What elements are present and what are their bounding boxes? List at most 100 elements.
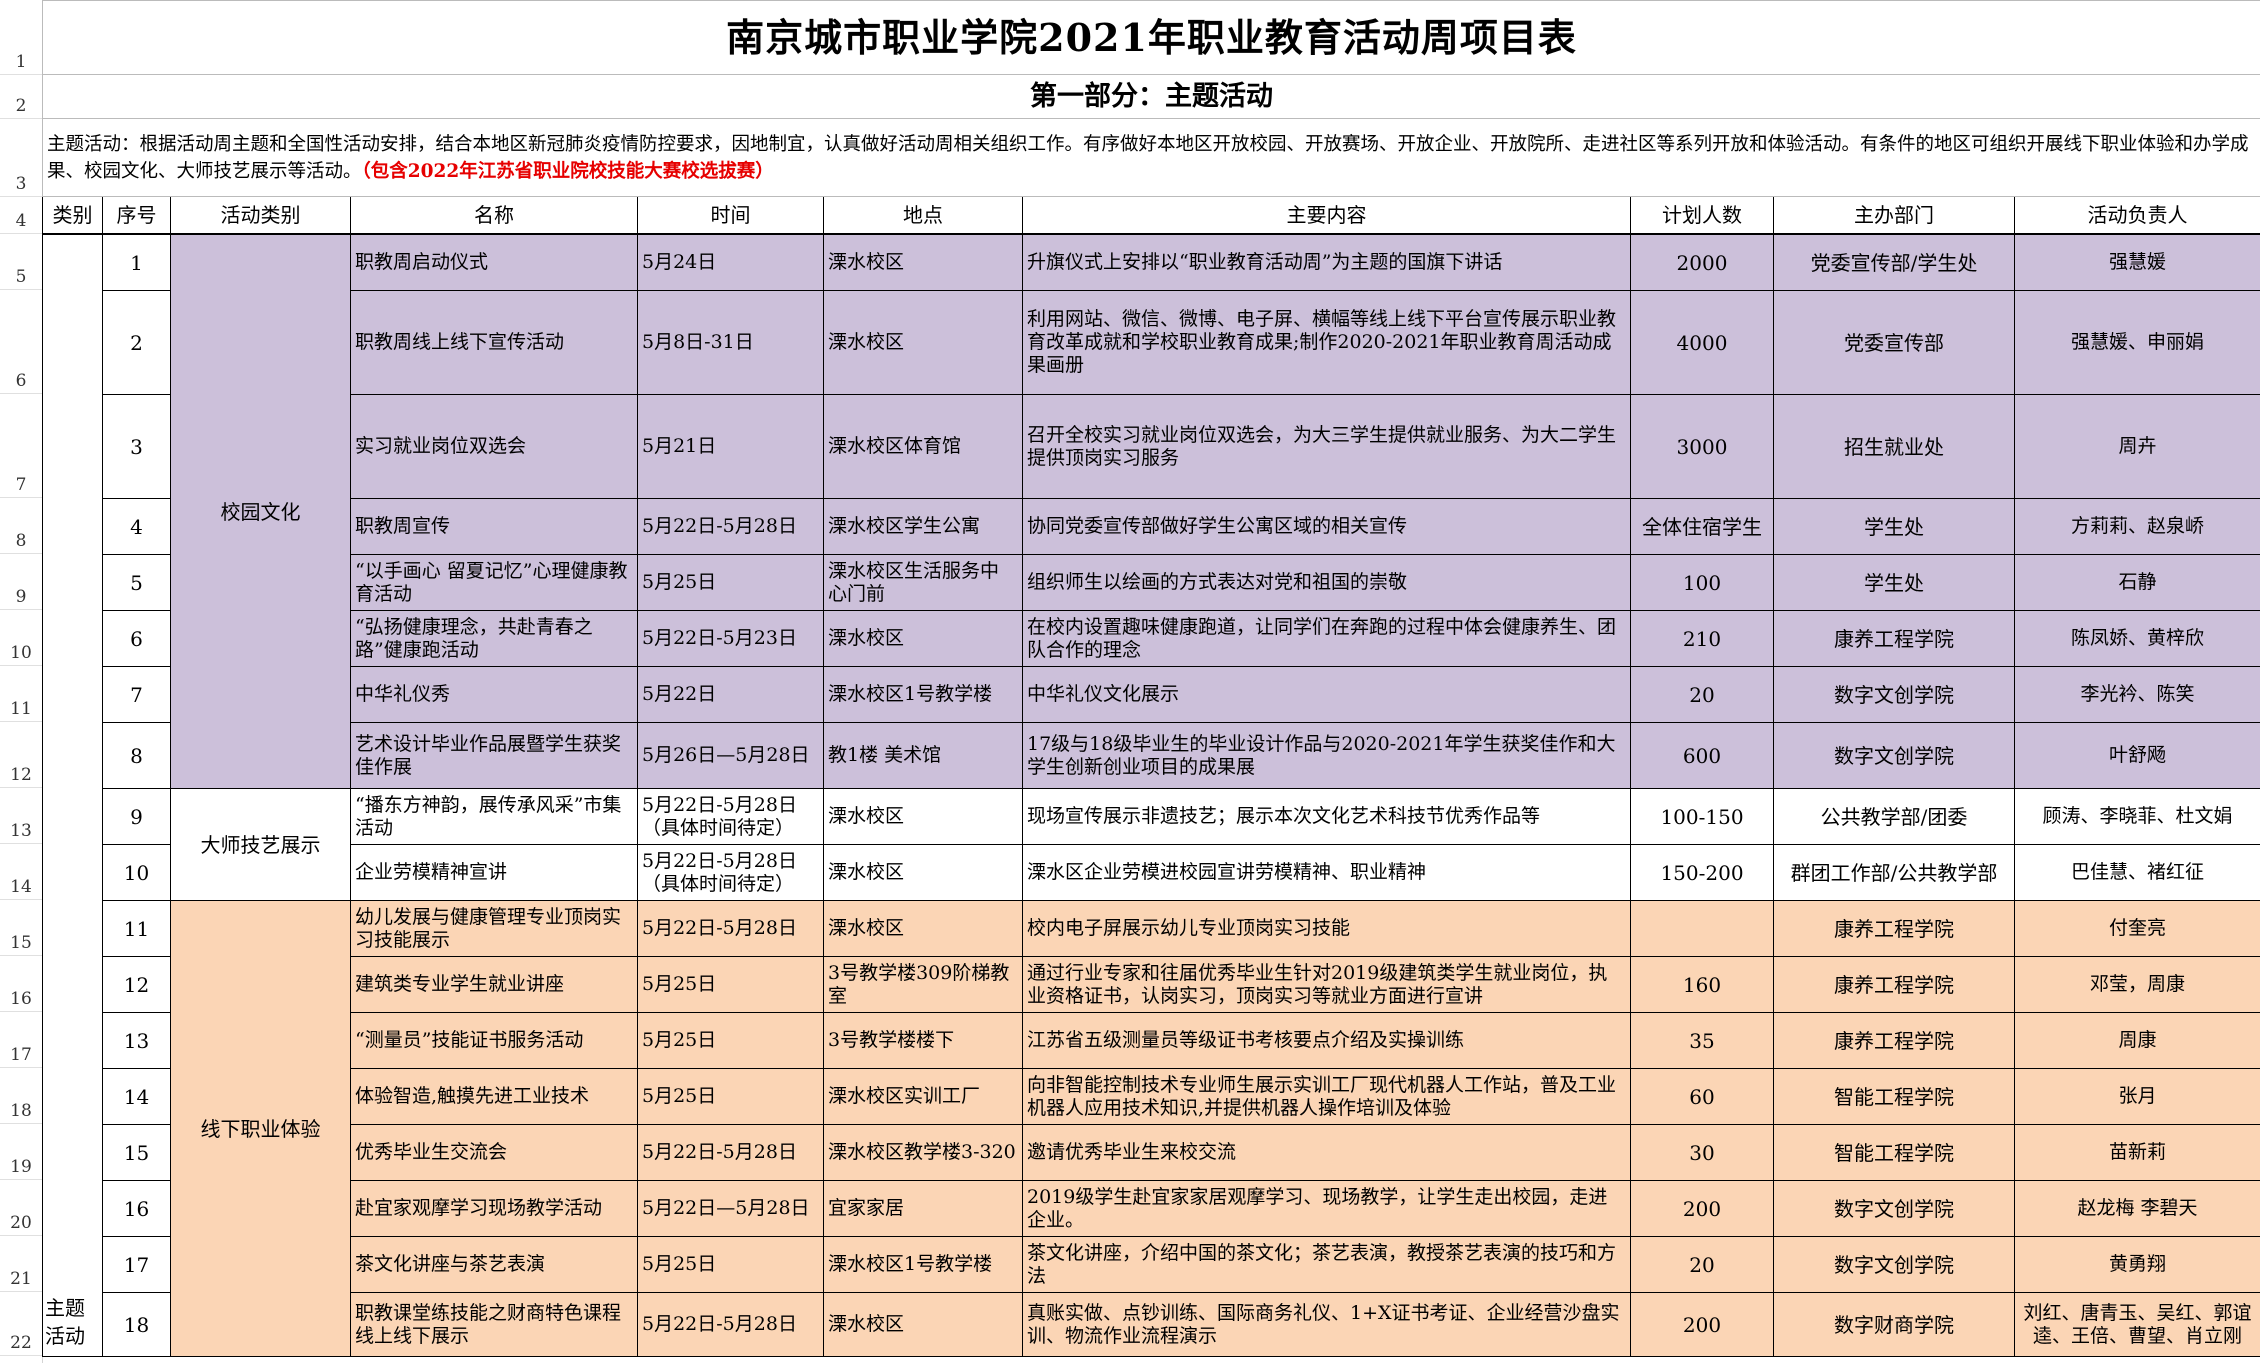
host-dept-cell: 学生处 — [1773, 554, 2015, 611]
header-time: 时间 — [637, 196, 824, 234]
row-number[interactable]: 15 — [0, 933, 42, 953]
row-divider — [0, 665, 42, 666]
activity-place-cell: 溧水校区 — [823, 234, 1023, 291]
activity-content-cell: 真账实做、点钞训练、国际商务礼仪、1+X证书考证、企业经营沙盘实训、物流作业流程… — [1022, 1292, 1631, 1357]
row-number[interactable]: 21 — [0, 1269, 42, 1289]
row-number[interactable]: 14 — [0, 877, 42, 897]
activity-place-cell: 3号教学楼309阶梯教室 — [823, 956, 1023, 1013]
table-row: 5 “以手画心 留夏记忆”心理健康教育活动 5月25日 溧水校区生活服务中心门前 组织师… — [43, 554, 2260, 611]
row-number[interactable]: 10 — [0, 643, 42, 663]
activity-time-cell: 5月25日 — [637, 554, 824, 611]
row-number[interactable]: 1 — [0, 52, 42, 72]
row-divider — [0, 196, 42, 197]
row-divider — [0, 1011, 42, 1012]
row-number[interactable]: 7 — [0, 475, 42, 495]
host-dept-cell: 数字文创学院 — [1773, 722, 2015, 789]
activity-place-cell: 溧水校区 — [823, 844, 1023, 901]
activity-place-cell: 溧水校区 — [823, 610, 1023, 667]
activity-name-cell: “弘扬健康理念，共赴青春之路”健康跑活动 — [350, 610, 638, 667]
activity-type-cell: 线下职业体验 — [170, 900, 351, 1357]
planned-count-cell: 全体住宿学生 — [1630, 498, 1774, 555]
activity-lead-cell: 张月 — [2014, 1068, 2260, 1125]
row-number[interactable]: 2 — [0, 96, 42, 116]
row-number[interactable]: 13 — [0, 821, 42, 841]
row-number-cell: 18 — [102, 1292, 171, 1357]
activity-lead-cell: 陈凤娇、黄梓欣 — [2014, 610, 2260, 667]
activity-place-cell: 溧水校区 — [823, 900, 1023, 957]
activity-name-cell: 职教周宣传 — [350, 498, 638, 555]
activity-type-cell: 大师技艺展示 — [170, 788, 351, 901]
activity-time-cell: 5月22日-5月28日 — [637, 900, 824, 957]
activity-time-cell: 5月24日 — [637, 234, 824, 291]
activity-time-cell: 5月25日 — [637, 1068, 824, 1125]
activity-time-cell: 5月22日-5月28日 — [637, 498, 824, 555]
activity-content-cell: 溧水区企业劳模进校园宣讲劳模精神、职业精神 — [1022, 844, 1631, 901]
row-number[interactable]: 22 — [0, 1333, 42, 1353]
activity-content-cell: 向非智能控制技术专业师生展示实训工厂现代机器人工作站，普及工业机器人应用技术知识… — [1022, 1068, 1631, 1125]
host-dept-cell: 数字文创学院 — [1773, 666, 2015, 723]
row-number-cell: 16 — [102, 1180, 171, 1237]
row-divider — [0, 1179, 42, 1180]
table-row: 10 企业劳模精神宣讲 5月22日-5月28日（具体时间待定） 溧水校区 溧水区企业劳模… — [43, 844, 2260, 901]
planned-count-cell: 2000 — [1630, 234, 1774, 291]
row-number[interactable]: 4 — [0, 211, 42, 231]
activity-type-cell: 校园文化 — [170, 234, 351, 789]
row-divider — [0, 1235, 42, 1236]
row-divider — [0, 843, 42, 844]
row-number[interactable]: 5 — [0, 267, 42, 287]
row-number[interactable]: 9 — [0, 587, 42, 607]
activity-place-cell: 溧水校区学生公寓 — [823, 498, 1023, 555]
planned-count-cell: 100-150 — [1630, 788, 1774, 845]
planned-count-cell: 4000 — [1630, 290, 1774, 395]
row-number-cell: 17 — [102, 1236, 171, 1293]
row-number-cell: 6 — [102, 610, 171, 667]
row-number[interactable]: 20 — [0, 1213, 42, 1233]
activity-place-cell: 溧水校区生活服务中心门前 — [823, 554, 1023, 611]
header-activity-type: 活动类别 — [170, 196, 351, 234]
activity-name-cell: 职教周启动仪式 — [350, 234, 638, 291]
row-number-gutter: 1 2 3 4 5 6 7 8 9 10 11 12 13 14 15 16 17 18 19 20 21 22 — [0, 0, 43, 1363]
activity-lead-cell: 顾涛、李晓菲、杜文娟 — [2014, 788, 2260, 845]
row-number[interactable]: 8 — [0, 531, 42, 551]
row-number[interactable]: 3 — [0, 174, 42, 194]
intro-highlight: （包含2022年江苏省职业院校技能大赛校选拔赛） — [361, 160, 774, 182]
row-divider — [0, 118, 42, 119]
table-row: 12 建筑类专业学生就业讲座 5月25日 3号教学楼309阶梯教室 通过行业专家和往届优… — [43, 956, 2260, 1013]
header-name: 名称 — [350, 196, 638, 234]
row-divider — [0, 1291, 42, 1292]
header-lead: 活动负责人 — [2013, 196, 2260, 234]
host-dept-cell: 招生就业处 — [1773, 394, 2015, 499]
activity-name-cell: 体验智造,触摸先进工业技术 — [350, 1068, 638, 1125]
row-number[interactable]: 6 — [0, 371, 42, 391]
row-number-cell: 3 — [102, 394, 171, 499]
row-number[interactable]: 18 — [0, 1101, 42, 1121]
row-divider — [0, 393, 42, 394]
row-number-cell: 8 — [102, 722, 171, 789]
category-cell: 主题活动 — [42, 234, 103, 1357]
activity-lead-cell: 周康 — [2014, 1012, 2260, 1069]
activity-content-cell: 协同党委宣传部做好学生公寓区域的相关宣传 — [1022, 498, 1631, 555]
activity-content-cell: 2019级学生赴宜家家居观摩学习、现场教学，让学生走出校园，走进企业。 — [1022, 1180, 1631, 1237]
planned-count-cell: 3000 — [1630, 394, 1774, 499]
row-number-cell: 13 — [102, 1012, 171, 1069]
row-number[interactable]: 19 — [0, 1157, 42, 1177]
row-number-cell: 1 — [102, 234, 171, 291]
host-dept-cell: 康养工程学院 — [1773, 610, 2015, 667]
row-number-cell: 4 — [102, 498, 171, 555]
planned-count-cell — [1630, 900, 1774, 957]
row-number-cell: 2 — [102, 290, 171, 395]
row-number[interactable]: 12 — [0, 765, 42, 785]
host-dept-cell: 智能工程学院 — [1773, 1068, 2015, 1125]
spreadsheet: 南京城市职业学院2021年职业教育活动周项目表 第一部分：主题活动 主题活动：根… — [41, 0, 2260, 1363]
row-number[interactable]: 16 — [0, 989, 42, 1009]
planned-count-cell: 30 — [1630, 1124, 1774, 1181]
activity-place-cell: 溧水校区1号教学楼 — [823, 666, 1023, 723]
host-dept-cell: 智能工程学院 — [1773, 1124, 2015, 1181]
row-number[interactable]: 17 — [0, 1045, 42, 1065]
activity-place-cell: 溧水校区教学楼3-320 — [823, 1124, 1023, 1181]
activity-place-cell: 溧水校区实训工厂 — [823, 1068, 1023, 1125]
activity-content-cell: 邀请优秀毕业生来校交流 — [1022, 1124, 1631, 1181]
row-number-cell: 12 — [102, 956, 171, 1013]
activity-time-cell: 5月21日 — [637, 394, 824, 499]
row-number[interactable]: 11 — [0, 699, 42, 719]
